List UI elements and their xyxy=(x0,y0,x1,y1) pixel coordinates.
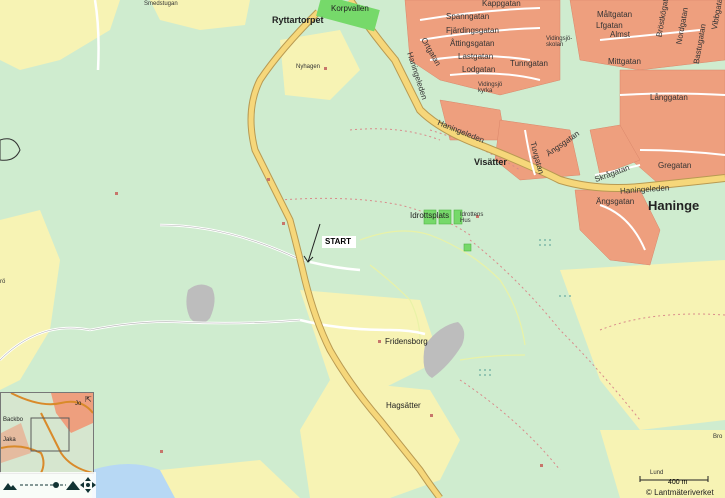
mountain-small-icon[interactable] xyxy=(2,476,18,494)
label-vidingsjo-skolan: Vidingsjö- skolan xyxy=(546,36,573,48)
copyright-text: © Lantmäteriverket xyxy=(646,488,714,497)
label-korpvallen: Korpvallen xyxy=(331,4,369,13)
label-lastgatan: Lastgatan xyxy=(458,52,494,61)
label-ryttartorpet: Ryttartorpet xyxy=(272,15,324,25)
label-fridensborg: Fridensborg xyxy=(385,337,428,346)
overview-collapse-icon[interactable]: ⇱ xyxy=(85,395,92,404)
start-label: START xyxy=(322,236,356,248)
pan-arrows-icon[interactable] xyxy=(80,474,96,496)
scale-text: 400 m xyxy=(668,479,688,486)
label-tunngatan: Tunngatan xyxy=(510,59,548,68)
map-navigation-bar xyxy=(0,472,96,498)
map-base-layer xyxy=(0,0,725,498)
mountain-large-icon[interactable] xyxy=(66,476,80,494)
label-edge-ro: rö xyxy=(0,279,6,285)
label-mittgatan: Mittgatan xyxy=(608,57,641,66)
overview-label-backbo: Backbo xyxy=(3,417,24,423)
label-edge-bro: Bro xyxy=(713,434,723,440)
label-idrottens-hus: Idrottens Hus xyxy=(460,212,484,224)
label-nyhagen: Nyhagen xyxy=(296,64,321,70)
label-fjardingsgatan: Fjärdingsgatan xyxy=(446,26,499,35)
label-visatter: Visätter xyxy=(474,157,507,167)
label-attingsgatan: Åttingsgatan xyxy=(450,39,495,48)
label-mantgatan: Måltgatan xyxy=(597,10,633,19)
label-spanngatan: Spanngatan xyxy=(446,12,490,21)
label-lfgatan: Lfgatan xyxy=(596,21,623,30)
label-haninge: Haninge xyxy=(648,198,700,213)
label-almst: Almst xyxy=(610,30,630,39)
overview-label-jaka: Jaka xyxy=(3,437,16,443)
label-angsgatan-2: Ängsgatan xyxy=(596,197,635,206)
label-kappgatan: Kappgatan xyxy=(482,0,521,8)
label-lodgatan: Lodgatan xyxy=(462,65,496,74)
overview-map[interactable]: Jo Backbo Jaka ⇱ xyxy=(0,392,94,474)
label-hagsatter: Hagsätter xyxy=(386,401,421,410)
label-smedstugan: Smedstugan xyxy=(144,1,178,7)
zoom-slider[interactable] xyxy=(20,482,66,488)
label-langgatan: Långgatan xyxy=(650,93,688,102)
map-canvas[interactable]: Smedstugan Ryttartorpet Korpvallen Nyhag… xyxy=(0,0,725,498)
label-gregatan: Gregatan xyxy=(658,161,692,170)
label-idrottsplats: Idrottsplats xyxy=(410,211,450,220)
overview-label-jo: Jo xyxy=(75,401,82,407)
label-vidingsjo-kyrka: Vidingsjö kyrka xyxy=(478,82,503,94)
